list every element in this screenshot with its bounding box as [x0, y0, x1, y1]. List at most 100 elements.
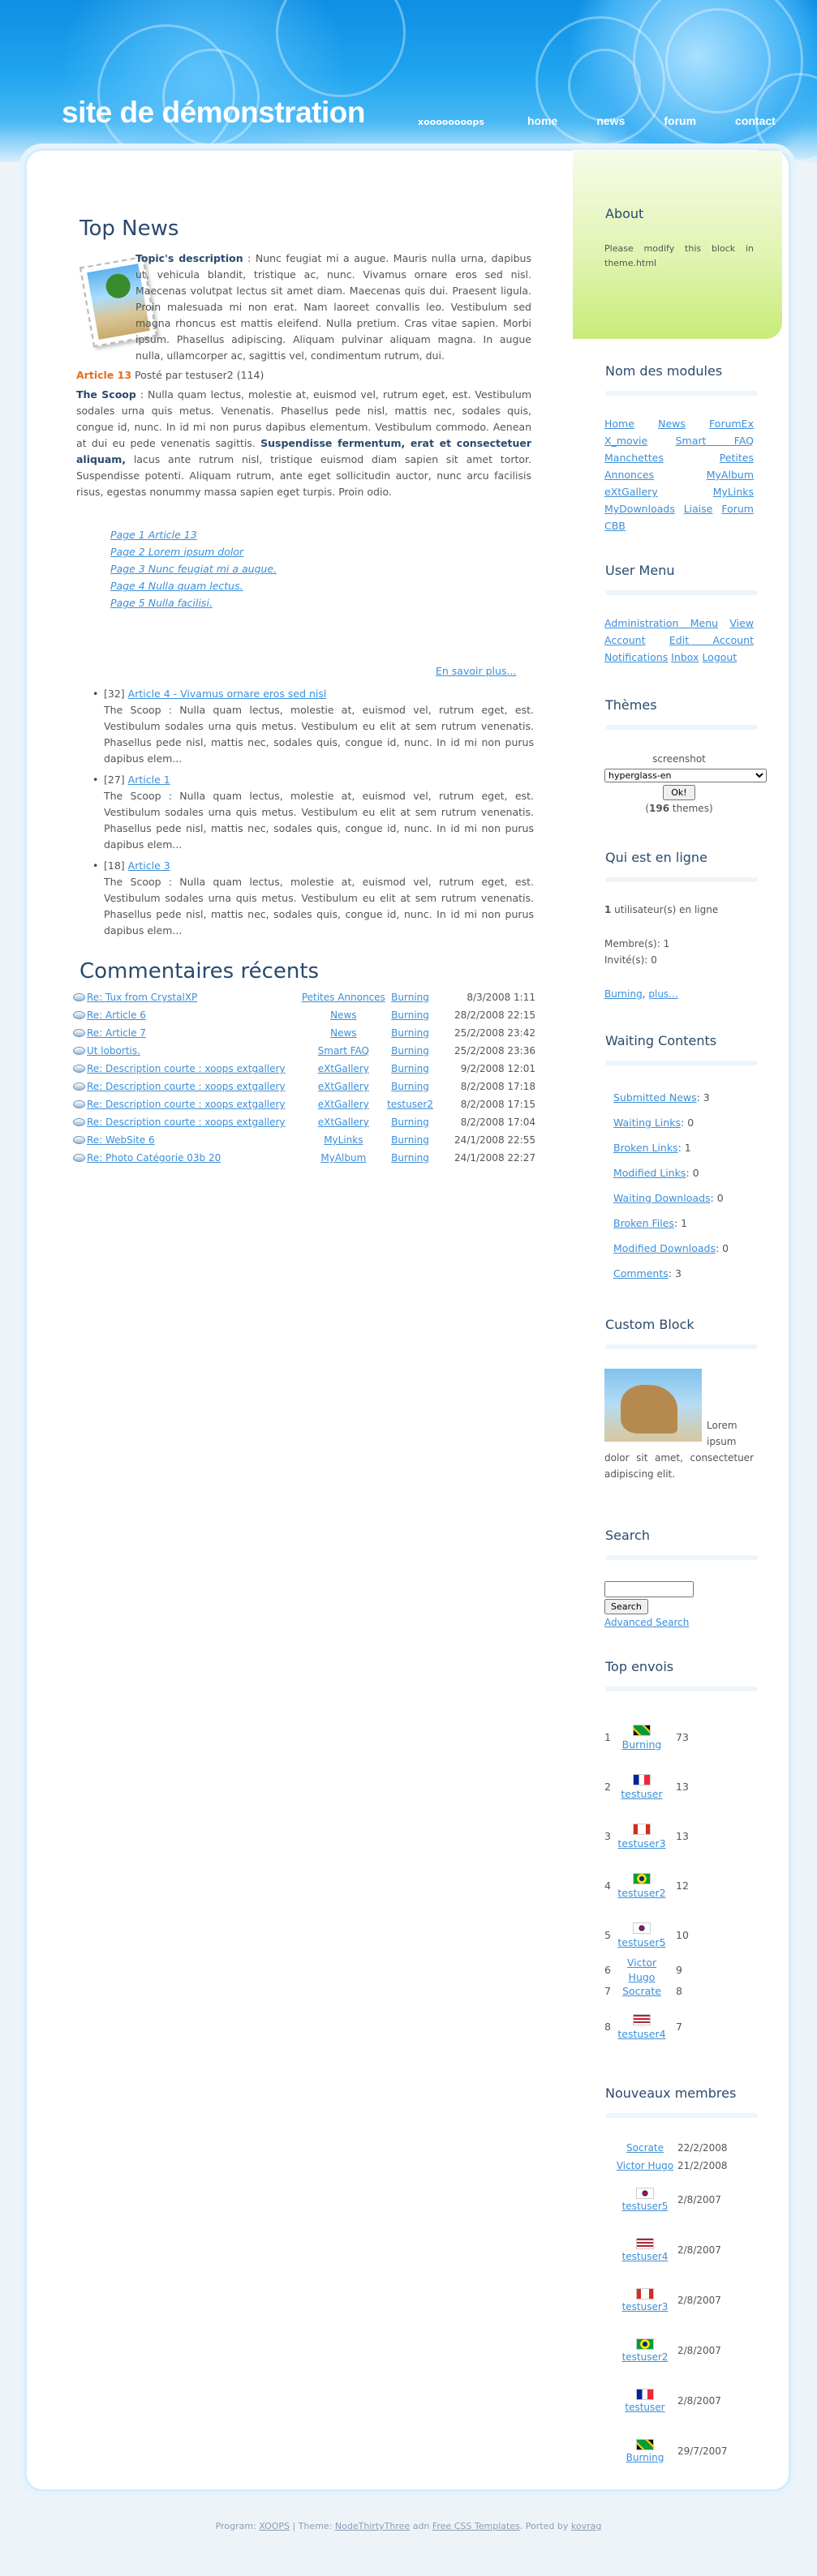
user-menu-link[interactable]: Administration Menu: [604, 617, 718, 629]
waiting-link[interactable]: Comments: [613, 1267, 669, 1279]
waiting-link[interactable]: Broken Links: [613, 1142, 678, 1154]
module-link[interactable]: eXtGallery: [318, 1081, 369, 1092]
nav-contact[interactable]: contact: [735, 114, 776, 127]
poster-link[interactable]: Burning: [391, 1063, 429, 1074]
advanced-search-link[interactable]: Advanced Search: [604, 1617, 689, 1628]
module-link[interactable]: Petites Annonces: [302, 992, 385, 1003]
user-link[interactable]: testuser: [625, 2402, 664, 2413]
module-nav-link[interactable]: Forum: [721, 503, 754, 515]
poster-link[interactable]: Burning: [391, 1152, 429, 1164]
module-nav-link[interactable]: CBB: [604, 520, 626, 532]
user-menu-link[interactable]: Logout: [702, 651, 737, 663]
page-link[interactable]: Page 1 Article 13: [110, 526, 277, 543]
search-button[interactable]: Search: [604, 1599, 648, 1614]
user-link[interactable]: testuser3: [622, 2301, 669, 2312]
site-title[interactable]: site de démonstration: [62, 96, 365, 130]
poster-link[interactable]: testuser2: [387, 1099, 433, 1110]
online-user-link[interactable]: Burning: [604, 988, 643, 1000]
module-nav-link[interactable]: MyLinks: [713, 486, 754, 498]
waiting-link[interactable]: Waiting Links: [613, 1117, 681, 1129]
comment-link[interactable]: Re: Description courte : xoops extgaller…: [87, 1063, 286, 1074]
comment-link[interactable]: Ut lobortis.: [87, 1045, 140, 1057]
poster-link[interactable]: Burning: [391, 1134, 429, 1146]
poster-link[interactable]: Burning: [391, 992, 429, 1003]
user-link[interactable]: testuser: [621, 1788, 662, 1800]
online-more-link[interactable]: plus...: [648, 988, 677, 1000]
module-link[interactable]: MyLinks: [324, 1134, 363, 1146]
article-link[interactable]: Article 1: [128, 774, 170, 786]
table-row: Re: Description courte : xoops extgaller…: [73, 1078, 535, 1095]
user-link[interactable]: testuser4: [617, 2028, 665, 2040]
module-nav-link[interactable]: Home: [604, 418, 634, 430]
user-link[interactable]: testuser5: [617, 1936, 665, 1948]
poster-link[interactable]: Burning: [391, 1027, 429, 1039]
module-nav-link[interactable]: News: [658, 418, 686, 430]
module-link[interactable]: News: [330, 1027, 356, 1039]
search-input[interactable]: [604, 1581, 694, 1597]
module-nav-link[interactable]: Smart FAQ: [676, 435, 754, 447]
user-menu-link[interactable]: Inbox: [671, 651, 699, 663]
waiting-link[interactable]: Broken Files: [613, 1217, 674, 1229]
module-nav-link[interactable]: Liaise: [684, 503, 713, 515]
read-more-link[interactable]: En savoir plus...: [436, 665, 516, 677]
post-count: 13: [676, 1829, 689, 1842]
templates-link[interactable]: Free CSS Templates: [432, 2521, 520, 2531]
user-link[interactable]: Socrate: [626, 2142, 664, 2154]
user-link[interactable]: testuser2: [617, 1887, 665, 1899]
comment-link[interactable]: Re: WebSite 6: [87, 1134, 155, 1146]
comment-link[interactable]: Re: Article 6: [87, 1009, 146, 1021]
user-link[interactable]: Socrate: [622, 1985, 661, 1997]
module-nav-link[interactable]: MyAlbum: [707, 469, 754, 481]
module-link[interactable]: News: [330, 1009, 356, 1021]
comment-link[interactable]: Re: Tux from CrystalXP: [87, 992, 197, 1003]
comment-link[interactable]: Re: Description courte : xoops extgaller…: [87, 1117, 286, 1128]
nav-forum[interactable]: forum: [664, 114, 696, 127]
theme-select[interactable]: hyperglass-en: [604, 769, 767, 782]
waiting-link[interactable]: Submitted News: [613, 1091, 697, 1104]
user-menu-link[interactable]: Notifications: [604, 651, 668, 663]
module-nav-link[interactable]: X_movie: [604, 435, 647, 447]
author-link[interactable]: kovrag: [571, 2521, 601, 2531]
comment-link[interactable]: Re: Article 7: [87, 1027, 146, 1039]
module-link[interactable]: eXtGallery: [318, 1063, 369, 1074]
poster-link[interactable]: Burning: [391, 1009, 429, 1021]
module-nav-link[interactable]: Manchettes: [604, 452, 664, 464]
article-link[interactable]: Article 4 - Vivamus ornare eros sed nisl: [128, 688, 327, 700]
page-link[interactable]: Page 5 Nulla facilisi.: [110, 594, 277, 611]
waiting-link[interactable]: Modified Downloads: [613, 1242, 716, 1254]
page-link[interactable]: Page 2 Lorem ipsum dolor: [110, 543, 277, 560]
user-link[interactable]: testuser3: [617, 1837, 665, 1849]
module-nav-link[interactable]: ForumEx: [709, 418, 754, 430]
waiting-link[interactable]: Modified Links: [613, 1167, 686, 1179]
module-nav-link[interactable]: MyDownloads: [604, 503, 675, 515]
module-link[interactable]: eXtGallery: [318, 1117, 369, 1128]
module-link[interactable]: Smart FAQ: [318, 1045, 369, 1057]
poster-link[interactable]: Burning: [391, 1081, 429, 1092]
comment-link[interactable]: Re: Description courte : xoops extgaller…: [87, 1081, 286, 1092]
user-link[interactable]: Victor Hugo: [617, 2160, 673, 2171]
user-link[interactable]: testuser2: [622, 2351, 669, 2363]
user-menu-link[interactable]: Edit Account: [669, 634, 754, 646]
page-link[interactable]: Page 4 Nulla quam lectus.: [110, 577, 277, 594]
user-link[interactable]: testuser4: [622, 2251, 669, 2262]
theme-ok-button[interactable]: Ok!: [663, 785, 695, 800]
poster-link[interactable]: Burning: [391, 1117, 429, 1128]
nav-home[interactable]: home: [527, 114, 557, 127]
user-link[interactable]: Burning: [622, 1738, 662, 1751]
poster-link[interactable]: Burning: [391, 1045, 429, 1057]
theme-link[interactable]: NodeThirtyThree: [335, 2521, 410, 2531]
user-link[interactable]: testuser5: [622, 2201, 669, 2212]
waiting-link[interactable]: Waiting Downloads: [613, 1192, 711, 1204]
nav-news[interactable]: news: [596, 114, 625, 127]
page-link[interactable]: Page 3 Nunc feugiat mi a augue.: [110, 560, 277, 577]
module-link[interactable]: MyAlbum: [320, 1152, 366, 1164]
comment-link[interactable]: Re: Photo Catégorie 03b 20: [87, 1152, 221, 1164]
module-nav-link[interactable]: eXtGallery: [604, 486, 658, 498]
user-link[interactable]: Victor Hugo: [627, 1957, 656, 1983]
user-link[interactable]: Burning: [626, 2452, 664, 2463]
article-link[interactable]: Article 3: [128, 859, 170, 872]
xoops-link[interactable]: XOOPS: [259, 2521, 290, 2531]
comment-link[interactable]: Re: Description courte : xoops extgaller…: [87, 1099, 286, 1110]
module-link[interactable]: eXtGallery: [318, 1099, 369, 1110]
user-cell: Socrate: [616, 1984, 668, 1999]
